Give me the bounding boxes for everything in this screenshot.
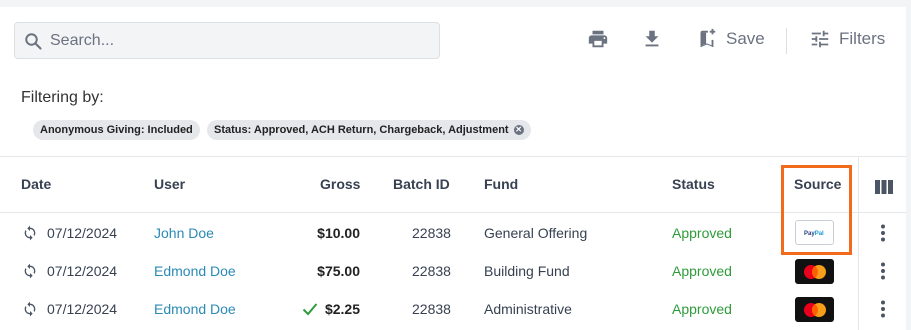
- row-status: Approved: [672, 263, 732, 279]
- right-band: [906, 0, 911, 330]
- download-button[interactable]: [641, 28, 663, 50]
- row-gross: $10.00: [317, 225, 360, 241]
- row-batch-id: 22838: [412, 301, 451, 317]
- row-date: 07/12/2024: [47, 225, 118, 241]
- row-fund: Building Fund: [484, 263, 570, 279]
- bookmark-add-icon: [700, 28, 716, 48]
- filtering-heading: Filtering by:: [21, 89, 104, 106]
- print-icon: [588, 30, 608, 48]
- column-header-user[interactable]: User: [154, 176, 185, 192]
- search-box[interactable]: [14, 22, 440, 59]
- print-button[interactable]: [587, 28, 609, 50]
- row-gross: $2.25: [324, 301, 360, 317]
- row-fund: General Offering: [484, 225, 588, 241]
- row-status: Approved: [672, 225, 732, 241]
- column-header-gross[interactable]: Gross: [320, 176, 360, 192]
- row-gross: $75.00: [317, 263, 360, 279]
- column-header-batch-id[interactable]: Batch ID: [393, 176, 450, 192]
- download-icon: [645, 30, 659, 47]
- mastercard-logo-icon: [803, 264, 826, 279]
- filter-chip-anonymous[interactable]: Anonymous Giving: Included: [33, 120, 200, 140]
- row-batch-id: 22838: [412, 263, 451, 279]
- filters-label: Filters: [839, 29, 886, 48]
- row-date: 07/12/2024: [47, 301, 118, 317]
- row-batch-id: 22838: [412, 225, 451, 241]
- source-highlight-box: [781, 165, 852, 255]
- filters-button[interactable]: Filters: [809, 28, 885, 50]
- remove-chip-icon[interactable]: ✕: [513, 125, 524, 135]
- mastercard-icon: [795, 259, 834, 284]
- toolbar-divider: [786, 28, 787, 54]
- row-user-link[interactable]: Edmond Doe: [154, 263, 236, 279]
- mastercard-icon: [795, 297, 834, 322]
- recurring-icon: [24, 263, 36, 279]
- column-header-status[interactable]: Status: [672, 176, 715, 192]
- mastercard-logo-icon: [803, 302, 826, 317]
- table-top-border: [0, 156, 906, 157]
- column-divider: [858, 157, 859, 330]
- filter-chip-label: Status: Approved, ACH Return, Chargeback…: [214, 124, 509, 136]
- row-status: Approved: [672, 301, 732, 317]
- filter-chip-status[interactable]: Status: Approved, ACH Return, Chargeback…: [207, 120, 531, 140]
- search-icon: [25, 32, 42, 50]
- top-band: [0, 0, 911, 7]
- row-user-link[interactable]: Edmond Doe: [154, 301, 236, 317]
- recurring-icon: [24, 301, 36, 317]
- row-user-link[interactable]: John Doe: [154, 225, 214, 241]
- more-options-icon[interactable]: [879, 224, 887, 242]
- header-divider: [0, 212, 906, 213]
- row-date: 07/12/2024: [47, 263, 118, 279]
- tune-icon: [811, 30, 829, 48]
- save-label: Save: [726, 29, 765, 48]
- column-header-date[interactable]: Date: [21, 176, 51, 192]
- row-fund: Administrative: [484, 301, 572, 317]
- save-button[interactable]: Save: [696, 28, 765, 50]
- column-header-fund[interactable]: Fund: [484, 176, 518, 192]
- more-options-icon[interactable]: [879, 300, 887, 318]
- columns-icon[interactable]: [875, 180, 893, 194]
- more-options-icon[interactable]: [879, 262, 887, 280]
- filter-chip-label: Anonymous Giving: Included: [40, 124, 193, 136]
- recurring-icon: [24, 225, 36, 241]
- search-input[interactable]: [48, 30, 412, 51]
